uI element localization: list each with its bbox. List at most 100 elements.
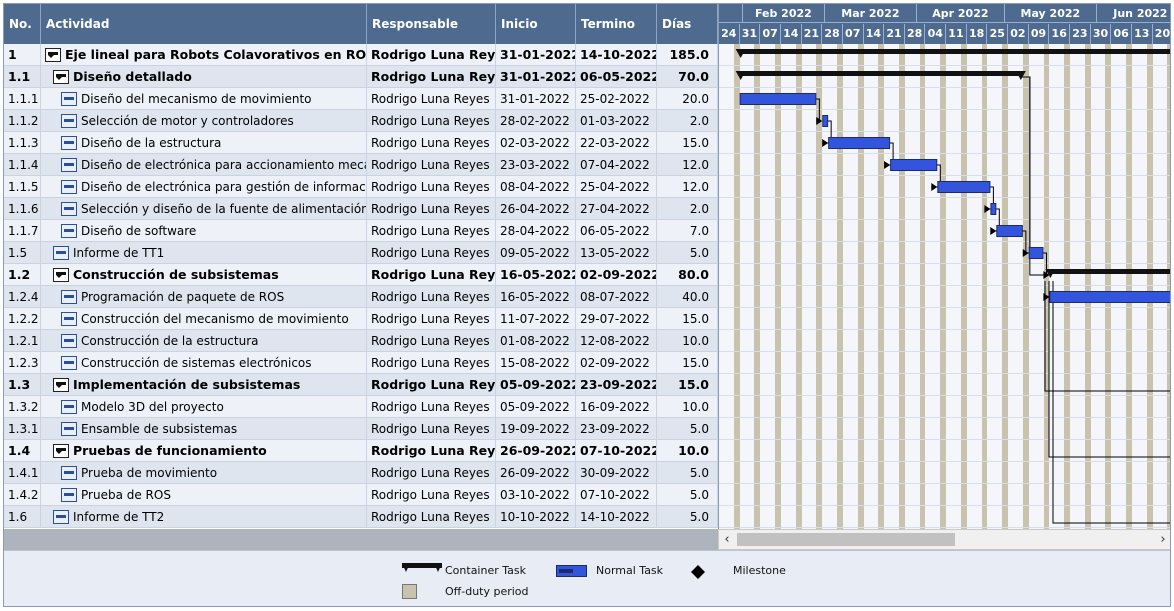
task-activity-label: Diseño de electrónica para accionamiento…: [81, 158, 367, 172]
task-row[interactable]: 1.2.3 Construcción de sistemas electrónic…: [4, 352, 718, 374]
task-activity-cell: Diseño de la estructura: [41, 132, 367, 154]
task-responsible-cell: Rodrigo Luna Reyes: [367, 330, 496, 352]
task-activity-cell: Prueba de movimiento: [41, 462, 367, 484]
week-label: 31: [740, 24, 761, 44]
column-header-days[interactable]: Días: [657, 4, 718, 44]
task-start-cell: 09-05-2022: [496, 242, 576, 264]
task-no-cell: 1.2.4: [4, 286, 41, 308]
task-start-cell: 01-08-2022: [496, 330, 576, 352]
task-icon: [61, 399, 77, 414]
week-label: 30: [1091, 24, 1112, 44]
task-bar: [996, 225, 1023, 237]
container-task-icon[interactable]: [53, 69, 69, 84]
task-no-cell: 1.1.6: [4, 198, 41, 220]
task-activity-label: Eje lineal para Robots Colavorativos en …: [65, 47, 367, 62]
task-row[interactable]: 1.1.3 Diseño de la estructura Rodrigo Luna…: [4, 132, 718, 154]
task-start-cell: 26-04-2022: [496, 198, 576, 220]
task-start-cell: 16-05-2022: [496, 286, 576, 308]
scroll-thumb[interactable]: [737, 533, 955, 546]
column-header-start[interactable]: Inicio: [496, 4, 576, 44]
task-responsible-cell: Rodrigo Luna Reyes: [367, 462, 496, 484]
task-responsible-cell: Rodrigo Luna Reyes: [367, 396, 496, 418]
legend-container-label: Container Task: [445, 564, 526, 577]
container-task-icon[interactable]: [53, 267, 69, 282]
task-activity-label: Programación de paquete de ROS: [81, 290, 285, 304]
task-start-cell: 26-09-2022: [496, 440, 576, 462]
week-label: 21: [802, 24, 823, 44]
task-row[interactable]: 1.1.6 Selección y diseño de la fuente de …: [4, 198, 718, 220]
task-activity-cell: Ensamble de subsistemas: [41, 418, 367, 440]
task-row[interactable]: 1.2.4 Programación de paquete de ROS Rodri…: [4, 286, 718, 308]
task-row[interactable]: 1.3.1 Ensamble de subsistemas Rodrigo Luna…: [4, 418, 718, 440]
task-row[interactable]: 1.2.1 Construcción de la estructura Rodrig…: [4, 330, 718, 352]
dependency-arrow-icon: [884, 161, 891, 169]
task-no-cell: 1.1.4: [4, 154, 41, 176]
task-days-cell: 5.0: [657, 506, 718, 528]
task-row[interactable]: 1.2 Construcción de subsistemas Rodrigo Lu…: [4, 264, 718, 286]
task-responsible-cell: Rodrigo Luna Reyes: [367, 110, 496, 132]
task-no-cell: 1.2.2: [4, 308, 41, 330]
task-row[interactable]: 1.3 Implementación de subsistemas Rodrigo …: [4, 374, 718, 396]
horizontal-scrollbar[interactable]: ‹ ›: [718, 529, 1170, 550]
task-activity-label: Construcción de sistemas electrónicos: [81, 356, 312, 370]
task-no-cell: 1.2: [4, 264, 41, 286]
dependency-line: [1052, 281, 1170, 524]
week-label: 11: [946, 24, 967, 44]
column-header-end[interactable]: Termino: [576, 4, 657, 44]
task-end-cell: 23-09-2022: [576, 374, 657, 396]
task-activity-label: Diseño de software: [81, 224, 197, 238]
task-row[interactable]: 1.1.7 Diseño de software Rodrigo Luna Reye…: [4, 220, 718, 242]
task-row[interactable]: 1.3.2 Modelo 3D del proyecto Rodrigo Luna …: [4, 396, 718, 418]
legend: Container Task Normal Task Milestone Off…: [4, 550, 1170, 606]
task-start-cell: 10-10-2022: [496, 506, 576, 528]
task-row[interactable]: 1.4.1 Prueba de movimiento Rodrigo Luna Re…: [4, 462, 718, 484]
task-no-cell: 1.4: [4, 440, 41, 462]
task-row[interactable]: 1.1.4 Diseño de electrónica para accionam…: [4, 154, 718, 176]
task-row[interactable]: 1 Eje lineal para Robots Colavorativos en…: [4, 44, 718, 66]
container-task-bar: [739, 49, 1170, 54]
task-icon: [61, 487, 77, 502]
container-task-bar: [739, 71, 1022, 76]
scroll-left-icon[interactable]: ‹: [719, 530, 735, 549]
task-days-cell: 12.0: [657, 154, 718, 176]
task-activity-cell: Informe de TT2: [41, 506, 367, 528]
task-start-cell: 05-09-2022: [496, 396, 576, 418]
task-activity-label: Informe de TT1: [73, 246, 165, 260]
task-days-cell: 7.0: [657, 220, 718, 242]
task-responsible-cell: Rodrigo Luna Reyes: [367, 242, 496, 264]
task-row[interactable]: 1.1.5 Diseño de electrónica para gestión …: [4, 176, 718, 198]
task-days-cell: 185.0: [657, 44, 718, 66]
task-row[interactable]: 1.1 Diseño detallado Rodrigo Luna Reyes31-…: [4, 66, 718, 88]
week-label: 18: [967, 24, 988, 44]
task-row[interactable]: 1.2.2 Construcción del mecanismo de movim…: [4, 308, 718, 330]
task-responsible-cell: Rodrigo Luna Reyes: [367, 352, 496, 374]
scroll-right-icon[interactable]: ›: [1155, 530, 1170, 549]
week-label: 09: [1029, 24, 1050, 44]
task-row[interactable]: 1.6 Informe de TT2 Rodrigo Luna Reyes 10-10…: [4, 506, 718, 528]
task-activity-cell: Construcción del mecanismo de movimiento: [41, 308, 367, 330]
container-task-icon[interactable]: [53, 443, 69, 458]
task-days-cell: 15.0: [657, 352, 718, 374]
task-no-cell: 1.3.2: [4, 396, 41, 418]
task-activity-cell: Diseño de electrónica para accionamiento…: [41, 154, 367, 176]
container-task-icon[interactable]: [53, 377, 69, 392]
column-header-no[interactable]: No.: [4, 4, 41, 44]
dependency-arrow-icon: [984, 205, 991, 213]
container-task-bar: [1049, 269, 1170, 274]
task-row[interactable]: 1.1.2 Selección de motor y controladores R…: [4, 110, 718, 132]
task-responsible-cell: Rodrigo Luna Reyes: [367, 220, 496, 242]
gantt-window: No. Actividad Responsable Inicio Termino…: [3, 3, 1171, 607]
task-activity-label: Selección de motor y controladores: [81, 114, 294, 128]
task-row[interactable]: 1.1.1 Diseño del mecanismo de movimiento R…: [4, 88, 718, 110]
task-row[interactable]: 1.4 Pruebas de funcionamiento Rodrigo Luna…: [4, 440, 718, 462]
container-task-icon[interactable]: [45, 47, 61, 62]
column-header-activity[interactable]: Actividad: [41, 4, 367, 44]
task-row[interactable]: 1.4.2 Prueba de ROS Rodrigo Luna Reyes 03-1…: [4, 484, 718, 506]
task-activity-cell: Construcción de sistemas electrónicos: [41, 352, 367, 374]
task-row[interactable]: 1.5 Informe de TT1 Rodrigo Luna Reyes 09-05…: [4, 242, 718, 264]
task-no-cell: 1.4.1: [4, 462, 41, 484]
task-activity-label: Construcción del mecanismo de movimiento: [81, 312, 349, 326]
column-header-responsible[interactable]: Responsable: [367, 4, 496, 44]
task-end-cell: 07-04-2022: [576, 154, 657, 176]
task-no-cell: 1.5: [4, 242, 41, 264]
